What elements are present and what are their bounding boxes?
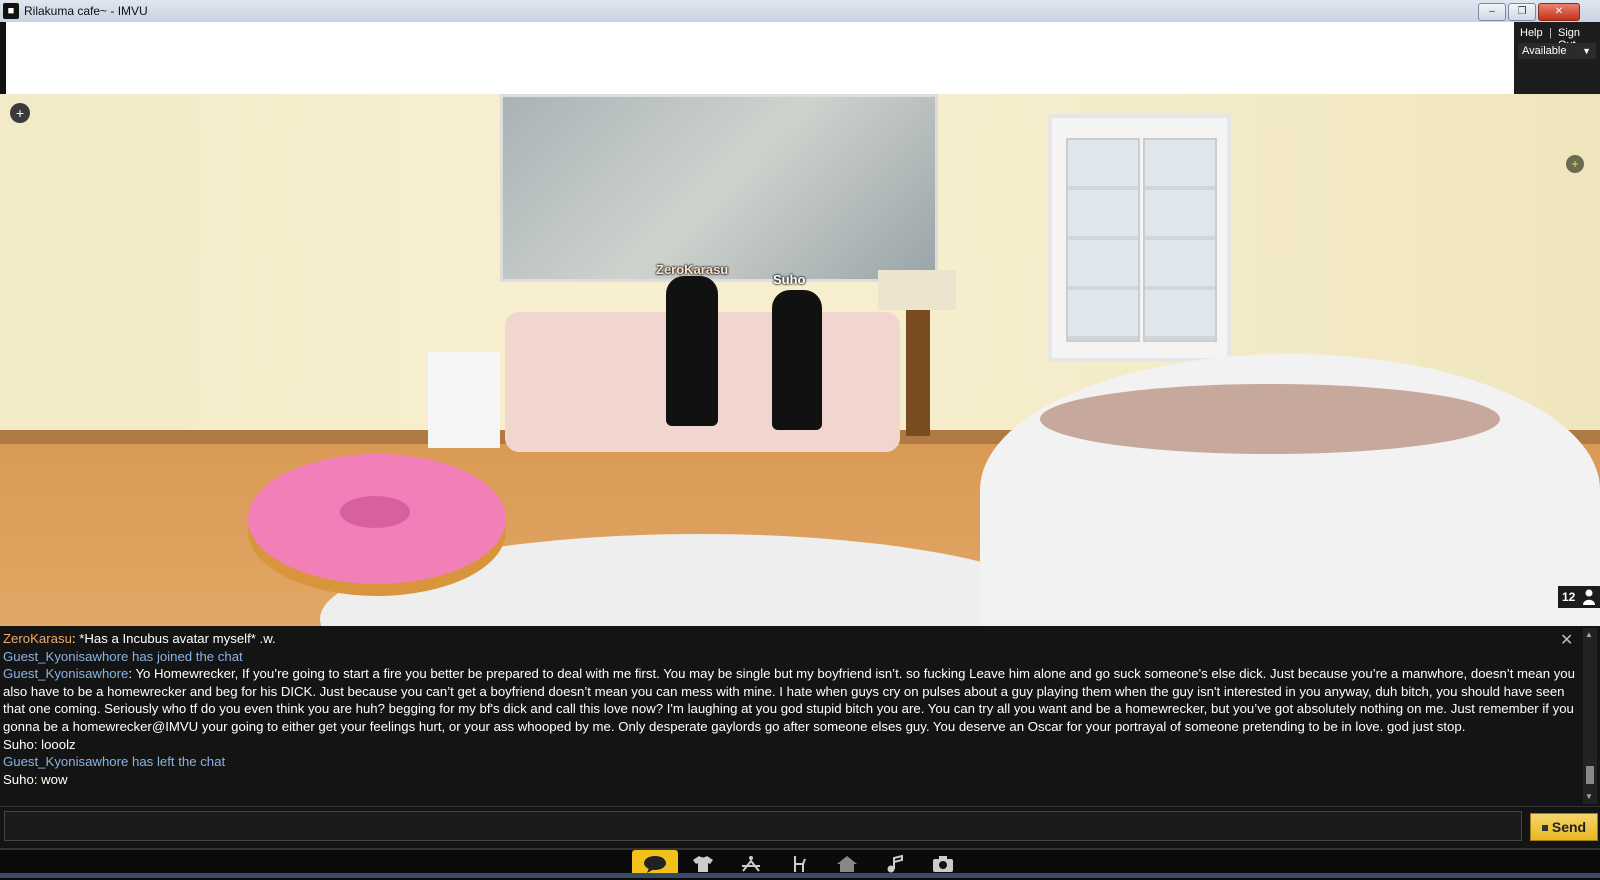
lamp-stand	[906, 310, 930, 436]
scene-menu-button[interactable]: +	[10, 103, 30, 123]
avatar-zerokarasu[interactable]	[666, 276, 718, 426]
help-link[interactable]: Help	[1520, 27, 1543, 39]
chat-message: ZeroKarasu: *Has a Incubus avatar myself…	[3, 630, 1581, 648]
home-icon	[837, 856, 857, 872]
chat-message: Suho: looolz	[3, 736, 1581, 754]
people-count-badge[interactable]: 12	[1558, 586, 1600, 608]
status-value: Available	[1522, 45, 1567, 57]
message-text: : *Has a Incubus avatar myself* .w.	[71, 631, 276, 646]
scroll-down-icon[interactable]: ▼	[1585, 792, 1593, 801]
teacup-liquid	[1040, 384, 1500, 454]
close-button[interactable]: ✕	[1538, 3, 1580, 21]
door	[1048, 114, 1231, 362]
sender-name[interactable]: Guest_Kyonisawhore	[3, 666, 128, 681]
send-label: Send	[1551, 819, 1587, 835]
header-banner	[6, 22, 1514, 94]
os-taskbar	[0, 873, 1600, 878]
music-icon	[887, 854, 903, 873]
chat-input[interactable]	[4, 811, 1522, 841]
chat-message: Suho: wow	[3, 771, 1581, 789]
imvu-logo-icon: ■	[3, 3, 19, 19]
close-icon[interactable]: ✕	[1560, 630, 1573, 650]
account-panel: Help | Sign Out Available ▼	[1514, 22, 1600, 97]
avatar-name-zerokarasu[interactable]: ZeroKarasu	[656, 262, 728, 277]
teacup-seat[interactable]	[980, 354, 1600, 626]
message-text: : Yo Homewrecker, If you’re going to sta…	[3, 666, 1575, 734]
plate-rack	[428, 352, 500, 448]
minimize-button[interactable]: –	[1478, 3, 1506, 21]
sender-name[interactable]: Suho	[3, 772, 34, 787]
sender-name[interactable]: Suho	[3, 737, 34, 752]
system-message: Guest_Kyonisawhore has left the chat	[3, 754, 226, 770]
restore-button[interactable]: ❐	[1508, 3, 1536, 21]
door-pane-right	[1143, 138, 1217, 342]
wall-poster	[500, 94, 938, 282]
chat-input-bar: Send	[0, 806, 1600, 849]
avatar-name-suho[interactable]: Suho	[773, 272, 806, 287]
room-scene[interactable]: ZeroKarasu Suho + + 12	[0, 94, 1600, 626]
add-icon[interactable]: +	[1566, 155, 1584, 173]
camera-icon	[933, 856, 953, 872]
chat-scrollbar[interactable]: ▲ ▼	[1583, 628, 1597, 804]
outfit-icon	[693, 856, 713, 872]
chat-icon	[644, 856, 666, 873]
send-button[interactable]: Send	[1530, 813, 1598, 841]
furniture-icon	[794, 856, 806, 872]
chat-message: Guest_Kyonisawhore: Yo Homewrecker, If y…	[3, 665, 1581, 735]
title-bar: ■ Rilakuma cafe~ - IMVU – ❐ ✕	[0, 0, 1600, 23]
door-pane-left	[1066, 138, 1140, 342]
pose-icon	[742, 856, 760, 872]
chat-panel: ZeroKarasu: *Has a Incubus avatar myself…	[0, 626, 1600, 806]
people-icon	[1583, 589, 1595, 605]
system-message: Guest_Kyonisawhore has joined the chat	[3, 648, 243, 664]
lamp-shade	[878, 270, 956, 310]
donut-hole	[340, 496, 410, 528]
scroll-thumb[interactable]	[1586, 766, 1594, 784]
sender-name[interactable]: ZeroKarasu	[3, 631, 72, 646]
status-dropdown[interactable]: Available ▼	[1518, 43, 1596, 59]
message-text: : wow	[33, 771, 68, 787]
window-title: Rilakuma cafe~ - IMVU	[24, 4, 148, 18]
chevron-down-icon: ▼	[1582, 46, 1591, 56]
avatar-suho[interactable]	[772, 290, 822, 430]
separator: |	[1549, 27, 1552, 39]
message-text: : looolz	[33, 736, 76, 752]
send-icon	[1541, 825, 1548, 832]
chat-log: ZeroKarasu: *Has a Incubus avatar myself…	[3, 630, 1581, 804]
scroll-up-icon[interactable]: ▲	[1585, 630, 1593, 639]
donut-seat[interactable]	[248, 454, 506, 584]
people-count-value: 12	[1562, 590, 1576, 604]
